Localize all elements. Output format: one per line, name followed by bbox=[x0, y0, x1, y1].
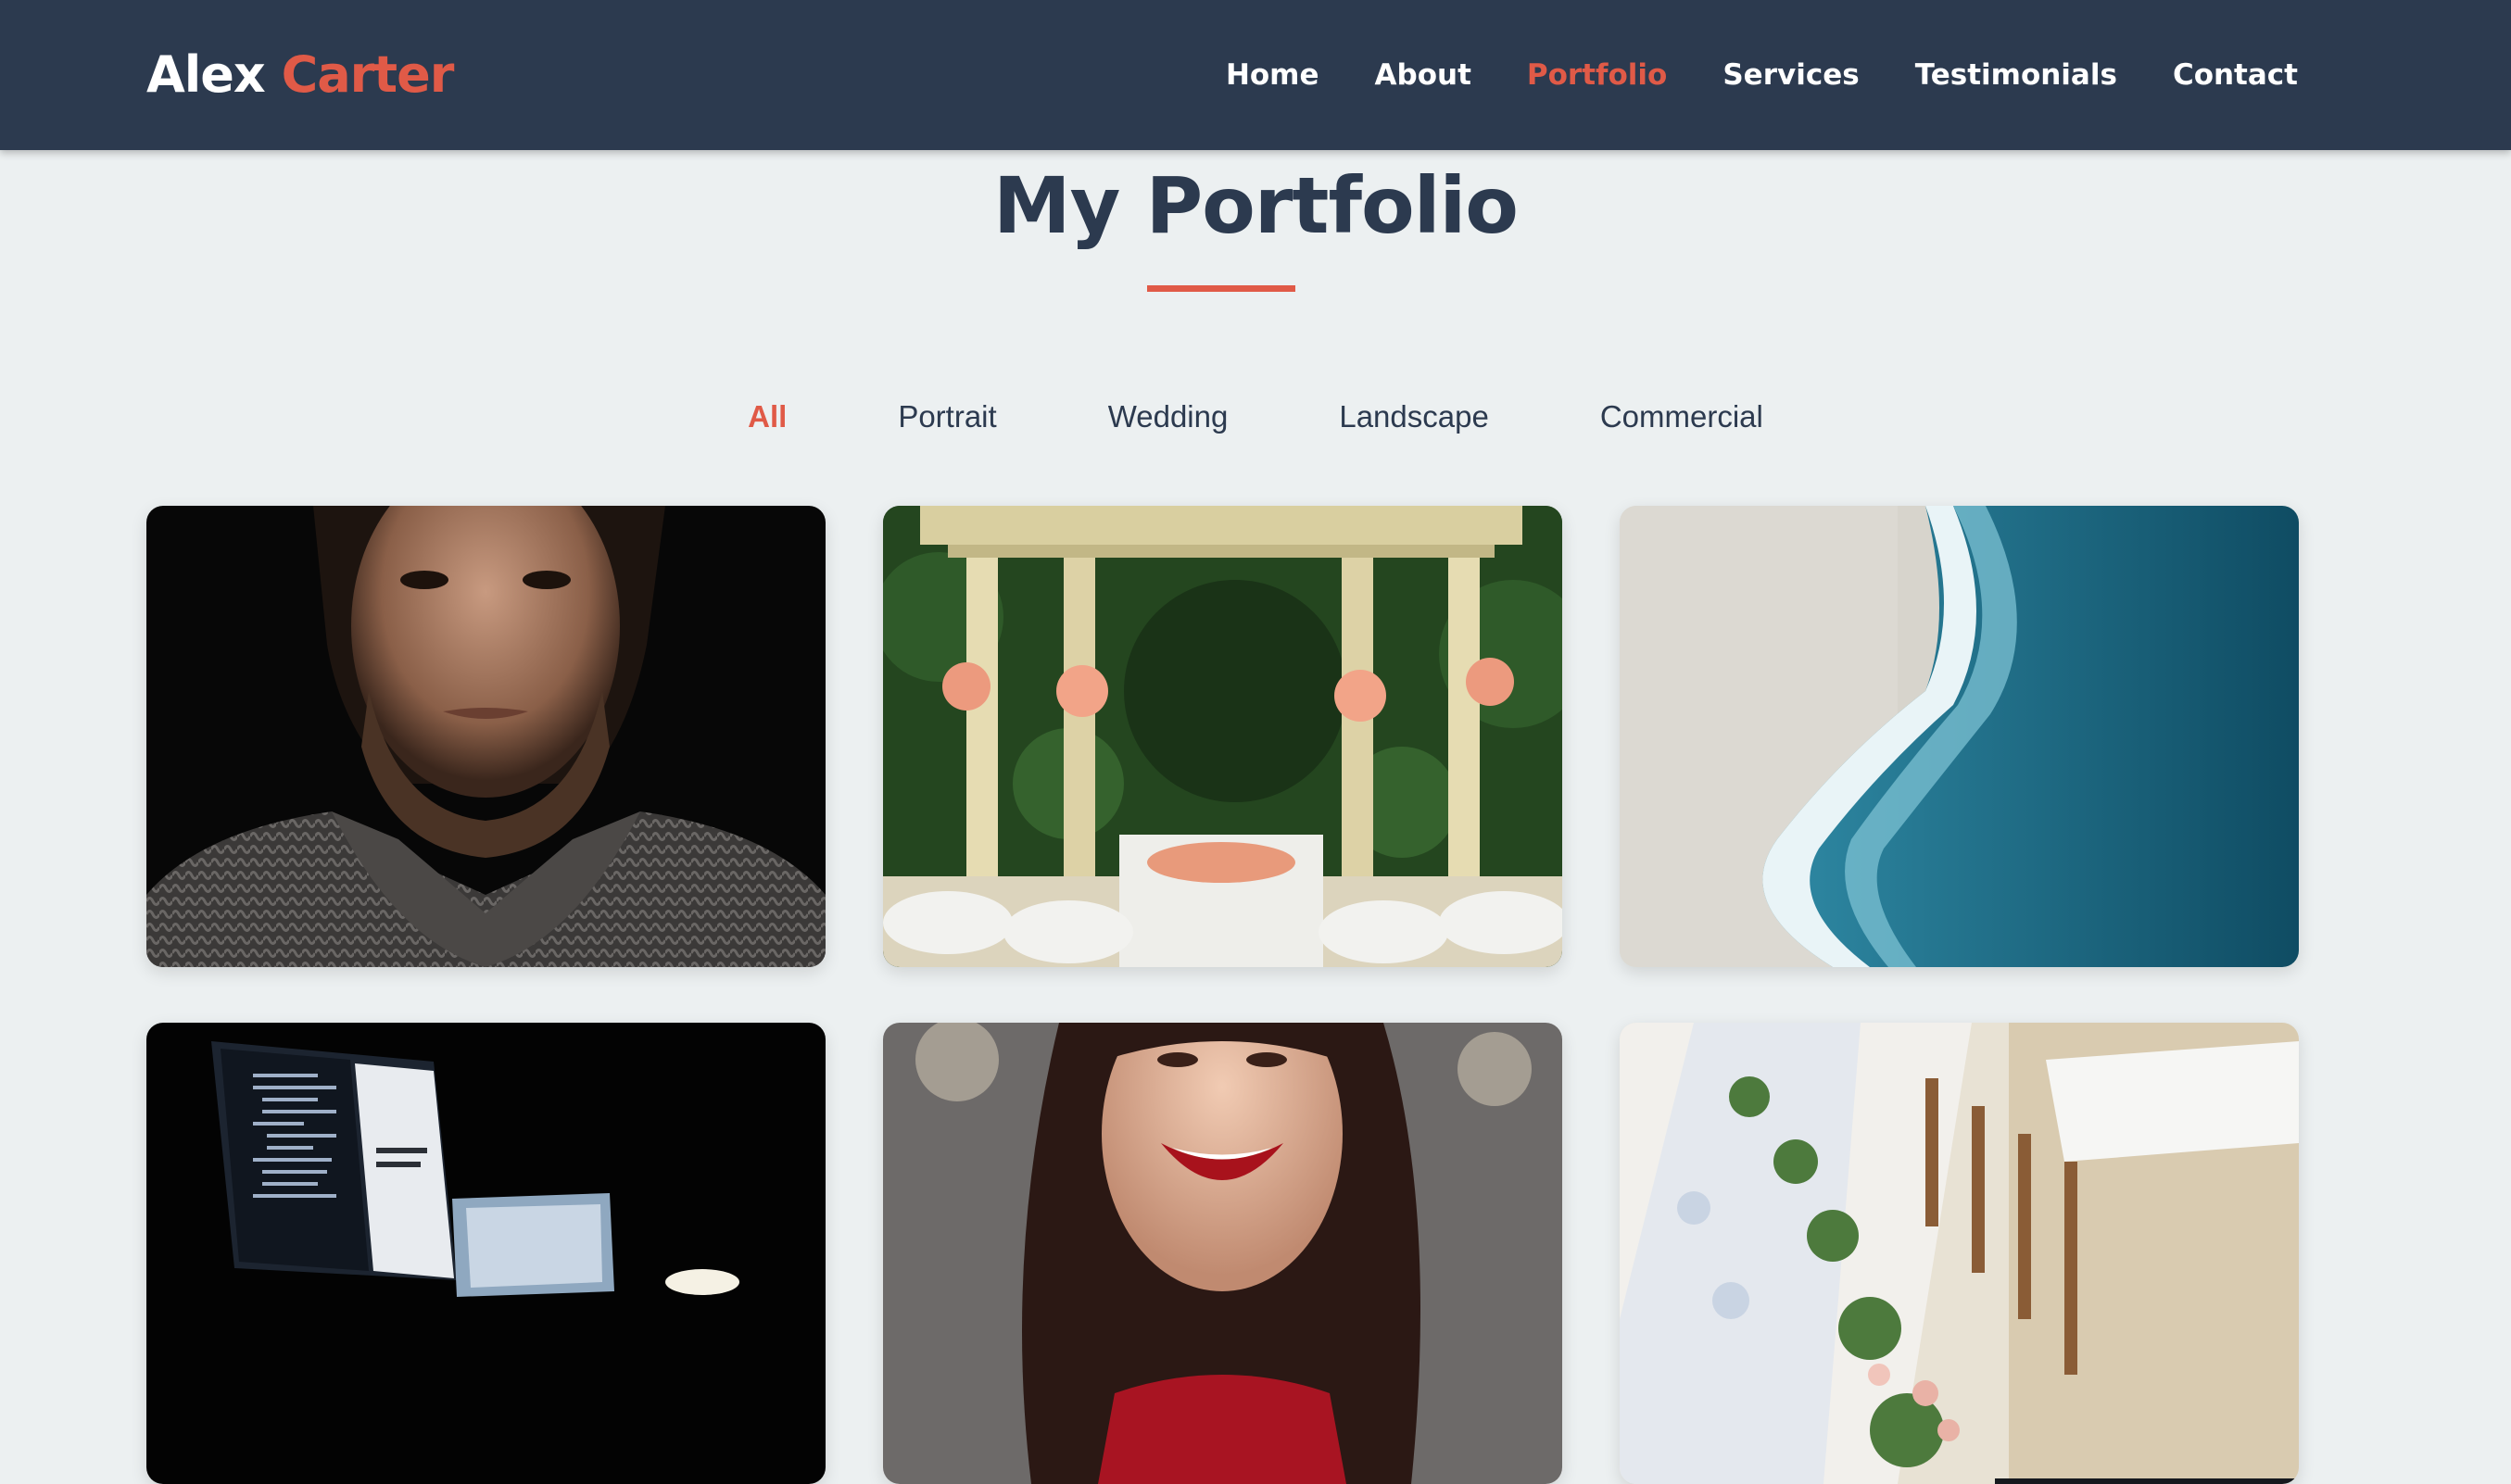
nav-link-portfolio[interactable]: Portfolio bbox=[1527, 52, 1667, 98]
site-logo[interactable]: Alex Carter bbox=[146, 41, 455, 109]
computer-workstation-photo bbox=[146, 1023, 826, 1484]
filter-wedding[interactable]: Wedding bbox=[1108, 393, 1229, 441]
logo-first-name: Alex bbox=[146, 45, 266, 104]
section-title: My Portfolio bbox=[993, 160, 1519, 251]
aerial-beach-photo bbox=[1620, 506, 2299, 967]
portfolio-item-landscape-beach[interactable] bbox=[1620, 506, 2299, 967]
portfolio-grid bbox=[146, 506, 2299, 1484]
portfolio-item-commercial-workstation[interactable] bbox=[146, 1023, 826, 1484]
wedding-reception-table-photo bbox=[1620, 1023, 2299, 1484]
smiling-woman-photo bbox=[883, 1023, 1562, 1484]
filter-portrait[interactable]: Portrait bbox=[898, 393, 996, 441]
nav-link-about[interactable]: About bbox=[1375, 52, 1471, 98]
logo-last-name: Carter bbox=[281, 45, 455, 104]
wedding-gazebo-photo bbox=[883, 506, 1562, 967]
main-nav: Home About Portfolio Services Testimonia… bbox=[1226, 52, 2298, 98]
portfolio-item-portrait-man[interactable] bbox=[146, 506, 826, 967]
filter-commercial[interactable]: Commercial bbox=[1600, 393, 1763, 441]
portfolio-item-portrait-woman[interactable] bbox=[883, 1023, 1562, 1484]
portfolio-filters: All Portrait Wedding Landscape Commercia… bbox=[0, 393, 2511, 441]
filter-landscape[interactable]: Landscape bbox=[1339, 393, 1488, 441]
portfolio-item-wedding-gazebo[interactable] bbox=[883, 506, 1562, 967]
man-portrait-photo bbox=[146, 506, 826, 967]
navbar: Alex Carter Home About Portfolio Service… bbox=[0, 0, 2511, 150]
nav-link-home[interactable]: Home bbox=[1226, 52, 1319, 98]
nav-link-testimonials[interactable]: Testimonials bbox=[1915, 52, 2117, 98]
title-underline bbox=[1147, 285, 1295, 292]
nav-link-contact[interactable]: Contact bbox=[2173, 52, 2298, 98]
portfolio-item-wedding-reception[interactable] bbox=[1620, 1023, 2299, 1484]
filter-all[interactable]: All bbox=[748, 393, 787, 441]
nav-link-services[interactable]: Services bbox=[1722, 52, 1859, 98]
bottom-overlay-strip bbox=[1995, 1478, 2299, 1484]
